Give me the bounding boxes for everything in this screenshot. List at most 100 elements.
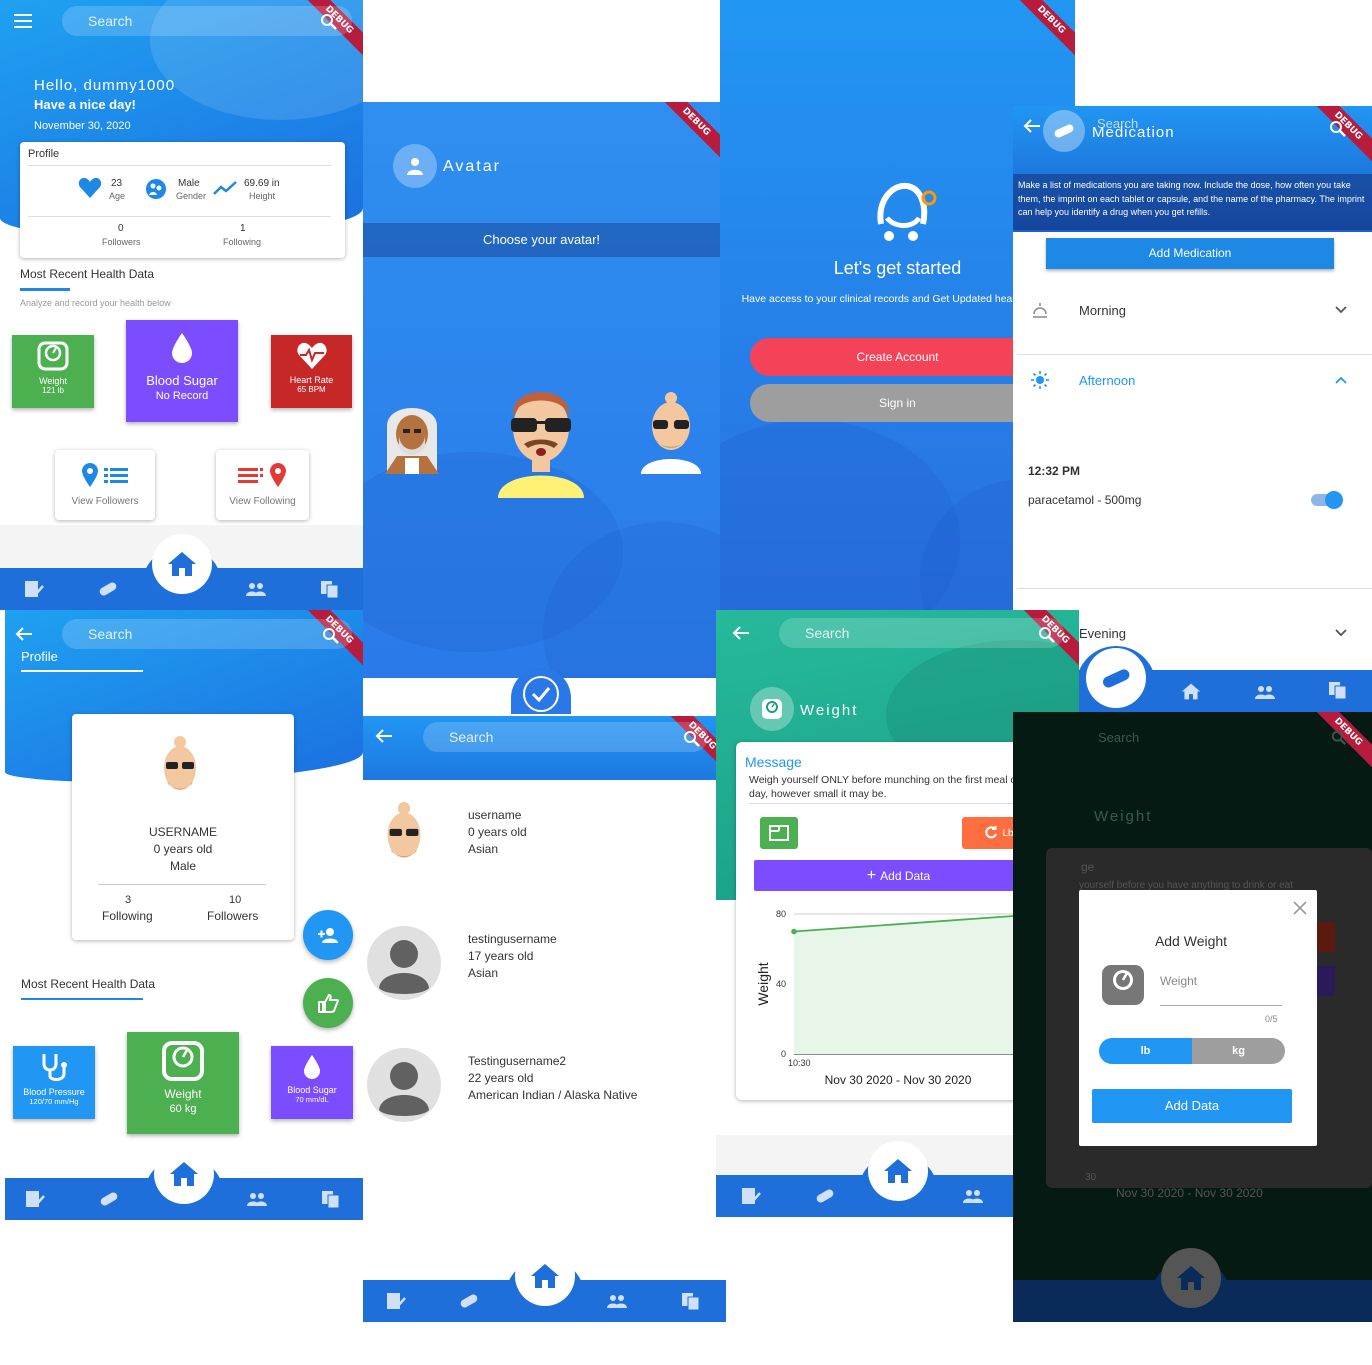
home-button <box>1161 1248 1221 1308</box>
scale-icon <box>762 699 782 719</box>
evening-label[interactable]: Evening <box>1079 626 1126 641</box>
view-followers-button[interactable]: View Followers <box>55 450 155 520</box>
confirm-avatar-button[interactable] <box>523 676 559 712</box>
people-icon[interactable] <box>246 580 266 598</box>
chevron-down-icon[interactable] <box>1335 306 1347 314</box>
person-add-icon <box>318 928 338 943</box>
afternoon-label[interactable]: Afternoon <box>1079 373 1135 388</box>
weight-tile[interactable]: Weight 121 lb <box>12 335 94 408</box>
people-icon[interactable] <box>1255 683 1275 701</box>
avatar-option-old-woman[interactable] <box>381 396 443 474</box>
medication-title-icon <box>1043 110 1085 152</box>
medication-nav-button[interactable] <box>1086 648 1146 708</box>
back-arrow-icon[interactable] <box>732 625 750 641</box>
scale-icon <box>1102 965 1144 1005</box>
documents-icon[interactable] <box>321 1190 341 1208</box>
documents-icon[interactable] <box>681 1292 701 1310</box>
search-input[interactable]: Search <box>62 6 352 36</box>
avatar-option-bald-man[interactable] <box>639 390 703 474</box>
user-name: testingusername <box>468 932 557 946</box>
dialog-add-data-button[interactable]: Add Data <box>1092 1089 1292 1123</box>
pill-icon[interactable] <box>99 1190 119 1208</box>
back-arrow-icon[interactable] <box>1023 118 1041 134</box>
add-medication-button[interactable]: Add Medication <box>1046 238 1334 269</box>
people-icon[interactable] <box>963 1187 983 1205</box>
list-item[interactable]: username 0 years old Asian <box>363 796 726 906</box>
menu-icon[interactable] <box>14 14 32 28</box>
like-button[interactable] <box>303 978 353 1028</box>
profile-card[interactable]: Profile 23 Age Male Gender 69.69 in Heig… <box>20 142 345 258</box>
people-icon[interactable] <box>607 1292 627 1310</box>
avatar-option-sunglasses-man[interactable] <box>494 376 588 498</box>
close-icon[interactable] <box>1293 901 1307 915</box>
section-hint: Analyze and record your health below <box>20 298 171 308</box>
stethoscope-icon <box>42 1054 67 1081</box>
search-icon[interactable] <box>322 627 340 645</box>
refresh-icon <box>985 826 998 839</box>
unit-lb-option[interactable]: lb <box>1099 1038 1192 1064</box>
afternoon-sun-icon <box>1031 371 1049 389</box>
weight-field[interactable] <box>1160 992 1282 1006</box>
divider <box>98 884 266 885</box>
home-button[interactable] <box>867 1141 928 1201</box>
search-input[interactable]: Search <box>62 619 352 649</box>
back-arrow-icon[interactable] <box>15 626 33 642</box>
add-data-button[interactable]: + Add Data <box>754 860 1043 891</box>
table-view-button[interactable] <box>760 817 798 849</box>
drop-icon <box>304 1055 320 1079</box>
home-icon[interactable] <box>1181 683 1201 700</box>
search-icon[interactable] <box>1038 626 1056 644</box>
blood-sugar-tile[interactable]: Blood Sugar No Record <box>126 320 238 422</box>
pill-icon[interactable] <box>815 1187 835 1205</box>
pill-icon[interactable] <box>459 1292 479 1310</box>
tab-profile[interactable]: Profile <box>21 649 58 664</box>
add-friend-button[interactable] <box>303 910 353 960</box>
heart-icon <box>78 177 102 198</box>
following-count: 3 <box>125 894 132 906</box>
people-icon[interactable] <box>247 1190 267 1208</box>
morning-label[interactable]: Morning <box>1079 303 1126 318</box>
home-button[interactable] <box>514 1246 575 1306</box>
search-icon[interactable] <box>683 730 701 748</box>
unit-kg-option[interactable]: kg <box>1192 1038 1285 1064</box>
search-input[interactable]: Search <box>423 722 708 752</box>
weight-tile[interactable]: Weight 60 kg <box>127 1032 239 1134</box>
weight-value: 60 kg <box>169 1103 197 1115</box>
home-button[interactable] <box>154 1144 214 1204</box>
documents-icon[interactable] <box>1328 681 1348 699</box>
app-logo <box>877 182 937 241</box>
user-ethnicity: American Indian / Alaska Native <box>468 1088 638 1102</box>
table-icon <box>769 825 789 841</box>
avatar <box>164 736 196 790</box>
blood-sugar-title: Blood Sugar <box>287 1085 337 1095</box>
avatar-title: Avatar <box>443 158 501 175</box>
blood-sugar-tile[interactable]: Blood Sugar 70 mm/dL <box>271 1046 353 1119</box>
blood-pressure-tile[interactable]: Blood Pressure 120/70 mm/Hg <box>13 1046 95 1119</box>
pill-icon[interactable] <box>98 580 118 598</box>
heart-rate-tile[interactable]: Heart Rate 65 BPM <box>271 335 352 408</box>
records-icon[interactable] <box>24 580 44 598</box>
documents-icon[interactable] <box>320 580 340 598</box>
records-icon[interactable] <box>741 1187 761 1205</box>
chevron-down-icon[interactable] <box>1335 629 1347 637</box>
followers-label: Followers <box>102 237 141 247</box>
y-axis-label: Weight <box>755 962 771 1005</box>
reminder-toggle[interactable] <box>1311 491 1343 509</box>
records-icon[interactable] <box>386 1292 406 1310</box>
list-item[interactable]: testingusername 17 years old Asian <box>363 922 726 1032</box>
view-following-button[interactable]: View Following <box>216 450 309 520</box>
list-item[interactable]: Testingusername2 22 years old American I… <box>363 1044 726 1154</box>
chevron-up-icon[interactable] <box>1335 376 1347 384</box>
search-icon[interactable] <box>1329 120 1347 138</box>
records-icon[interactable] <box>25 1190 45 1208</box>
profile-card-title: Profile <box>28 148 60 160</box>
back-arrow-icon[interactable] <box>375 728 393 744</box>
user-age: 22 years old <box>468 1071 534 1085</box>
search-input[interactable]: Search <box>779 618 1064 648</box>
trend-icon <box>213 181 237 195</box>
divider <box>28 216 331 217</box>
home-button[interactable] <box>151 534 212 594</box>
search-icon[interactable] <box>320 13 338 31</box>
height-label: Height <box>249 191 276 201</box>
gender-icon <box>146 179 166 199</box>
